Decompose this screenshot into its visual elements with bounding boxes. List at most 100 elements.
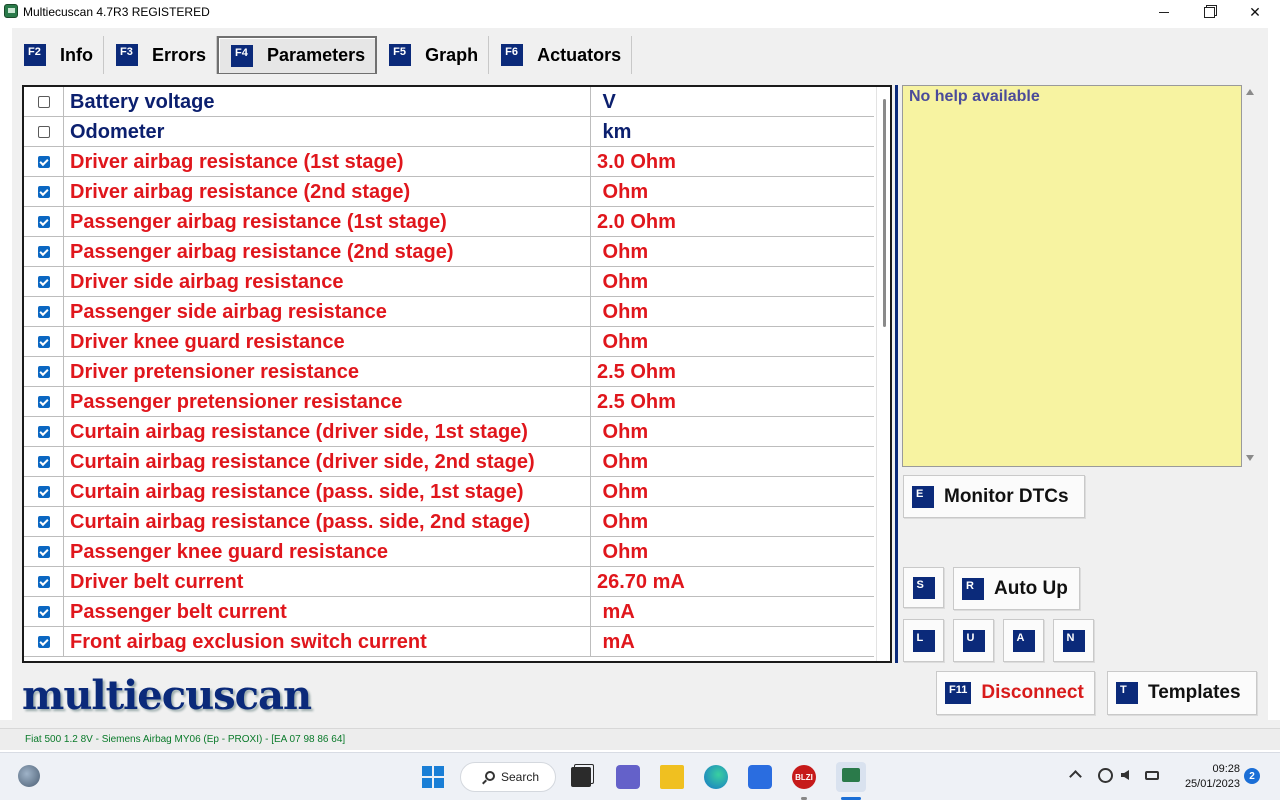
- checkbox-cell: [24, 537, 64, 567]
- tab-errors[interactable]: F3 Errors: [104, 36, 218, 74]
- windows-start-icon[interactable]: [422, 766, 444, 788]
- tab-graph[interactable]: F5 Graph: [377, 36, 490, 74]
- table-row[interactable]: Curtain airbag resistance (pass. side, 1…: [24, 477, 874, 507]
- parameter-checkbox[interactable]: [37, 426, 50, 438]
- monitor-dtcs-button[interactable]: E Monitor DTCs: [903, 475, 1085, 518]
- checkbox-cell: [24, 597, 64, 627]
- table-row[interactable]: Passenger side airbag resistance Ohm: [24, 297, 874, 327]
- parameter-checkbox[interactable]: [37, 156, 50, 168]
- parameter-checkbox[interactable]: [37, 366, 50, 378]
- parameter-checkbox[interactable]: [37, 456, 50, 468]
- widgets-icon[interactable]: [18, 765, 40, 787]
- table-row[interactable]: Curtain airbag resistance (pass. side, 2…: [24, 507, 874, 537]
- task-view-icon[interactable]: [571, 767, 591, 787]
- table-row[interactable]: Battery voltage V: [24, 87, 874, 117]
- parameter-checkbox[interactable]: [37, 486, 50, 498]
- table-row[interactable]: Curtain airbag resistance (driver side, …: [24, 447, 874, 477]
- parameter-name: Passenger belt current: [65, 597, 591, 627]
- tab-parameters-label: Parameters: [267, 45, 366, 65]
- table-row[interactable]: Passenger knee guard resistance Ohm: [24, 537, 874, 567]
- table-row[interactable]: Passenger pretensioner resistance 2.5 Ohm: [24, 387, 874, 417]
- a-button[interactable]: A: [1003, 619, 1044, 662]
- table-row[interactable]: Passenger airbag resistance (2nd stage) …: [24, 237, 874, 267]
- teams-chat-icon[interactable]: [616, 765, 640, 789]
- checkbox-cell: [24, 237, 64, 267]
- scroll-down-arrow-icon[interactable]: [1246, 455, 1254, 461]
- parameter-checkbox[interactable]: [37, 96, 50, 108]
- l-button[interactable]: L: [903, 619, 944, 662]
- table-row[interactable]: Driver airbag resistance (1st stage) 3.0 …: [24, 147, 874, 177]
- parameter-value: V: [597, 91, 616, 113]
- parameters-table: Battery voltage V Odometer km Driver airba…: [22, 85, 892, 663]
- file-explorer-icon[interactable]: [660, 765, 684, 789]
- minimize-button[interactable]: [1141, 0, 1187, 24]
- checkbox-cell: [24, 567, 64, 597]
- parameter-name: Driver knee guard resistance: [65, 327, 591, 357]
- parameter-name: Odometer: [65, 117, 591, 147]
- clock[interactable]: 09:28 25/01/2023: [1170, 762, 1240, 792]
- blz-app-icon[interactable]: BLZI: [792, 765, 816, 789]
- table-row[interactable]: Passenger belt current mA: [24, 597, 874, 627]
- parameter-checkbox[interactable]: [37, 126, 50, 138]
- parameter-checkbox[interactable]: [37, 216, 50, 228]
- parameter-value: Ohm: [597, 181, 649, 203]
- parameter-checkbox[interactable]: [37, 246, 50, 258]
- parameter-value: 26.70 mA: [597, 571, 685, 593]
- maximize-button[interactable]: [1186, 0, 1232, 24]
- parameter-checkbox[interactable]: [37, 606, 50, 618]
- checkbox-cell: [24, 357, 64, 387]
- parameters-scrollbar[interactable]: [876, 87, 890, 661]
- title-bar: Multiecuscan 4.7R3 REGISTERED ✕: [0, 0, 1280, 24]
- checkbox-cell: [24, 327, 64, 357]
- taskbar-search[interactable]: Search: [460, 762, 556, 792]
- parameter-checkbox[interactable]: [37, 636, 50, 648]
- parameter-name: Passenger airbag resistance (2nd stage): [65, 237, 591, 267]
- table-row[interactable]: Curtain airbag resistance (driver side, …: [24, 417, 874, 447]
- auto-up-button[interactable]: R Auto Up: [953, 567, 1080, 610]
- parameter-checkbox[interactable]: [37, 276, 50, 288]
- parameter-checkbox[interactable]: [37, 516, 50, 528]
- table-row[interactable]: Driver belt current 26.70 mA: [24, 567, 874, 597]
- parameter-checkbox[interactable]: [37, 546, 50, 558]
- table-row[interactable]: Odometer km: [24, 117, 874, 147]
- parameter-checkbox[interactable]: [37, 396, 50, 408]
- notification-badge[interactable]: 2: [1244, 768, 1260, 784]
- table-row[interactable]: Front airbag exclusion switch current mA: [24, 627, 874, 657]
- checkbox-cell: [24, 387, 64, 417]
- n-button[interactable]: N: [1053, 619, 1094, 662]
- table-row[interactable]: Driver pretensioner resistance 2.5 Ohm: [24, 357, 874, 387]
- parameter-checkbox[interactable]: [37, 186, 50, 198]
- parameter-checkbox[interactable]: [37, 336, 50, 348]
- tab-info[interactable]: F2 Info: [12, 36, 104, 74]
- templates-button[interactable]: T Templates: [1107, 671, 1257, 715]
- parameter-checkbox[interactable]: [37, 576, 50, 588]
- multiecuscan-taskbar-icon[interactable]: [836, 762, 866, 792]
- s-button[interactable]: S: [903, 567, 944, 608]
- tab-actuators[interactable]: F6 Actuators: [489, 36, 633, 74]
- volume-icon[interactable]: [1121, 770, 1129, 780]
- network-globe-icon[interactable]: [1098, 768, 1113, 783]
- help-scrollbar[interactable]: [1243, 85, 1257, 467]
- edge-browser-icon[interactable]: [704, 765, 728, 789]
- table-row[interactable]: Driver knee guard resistance Ohm: [24, 327, 874, 357]
- parameter-name: Passenger airbag resistance (1st stage): [65, 207, 591, 237]
- disconnect-button[interactable]: F11 Disconnect: [936, 671, 1095, 715]
- table-row[interactable]: Passenger airbag resistance (1st stage) 2…: [24, 207, 874, 237]
- store-icon[interactable]: [748, 765, 772, 789]
- parameter-checkbox[interactable]: [37, 306, 50, 318]
- close-button[interactable]: ✕: [1232, 0, 1278, 24]
- f5-key-badge: F5: [389, 44, 412, 66]
- u-button[interactable]: U: [953, 619, 994, 662]
- scroll-up-arrow-icon[interactable]: [1246, 89, 1254, 95]
- parameter-name: Passenger side airbag resistance: [65, 297, 591, 327]
- parameter-name: Curtain airbag resistance (pass. side, 2…: [65, 507, 591, 537]
- tray-overflow-chevron-icon[interactable]: [1069, 770, 1082, 783]
- app-body: F2 Info F3 Errors F4 Parameters F5 Graph…: [12, 28, 1268, 720]
- battery-icon[interactable]: [1145, 771, 1159, 780]
- parameter-name: Battery voltage: [65, 87, 591, 117]
- table-row[interactable]: Driver airbag resistance (2nd stage) Ohm: [24, 177, 874, 207]
- table-row[interactable]: Driver side airbag resistance Ohm: [24, 267, 874, 297]
- parameters-scroll-thumb[interactable]: [883, 99, 886, 327]
- tab-parameters[interactable]: F4 Parameters: [217, 36, 378, 74]
- n-key-badge: N: [1062, 629, 1085, 652]
